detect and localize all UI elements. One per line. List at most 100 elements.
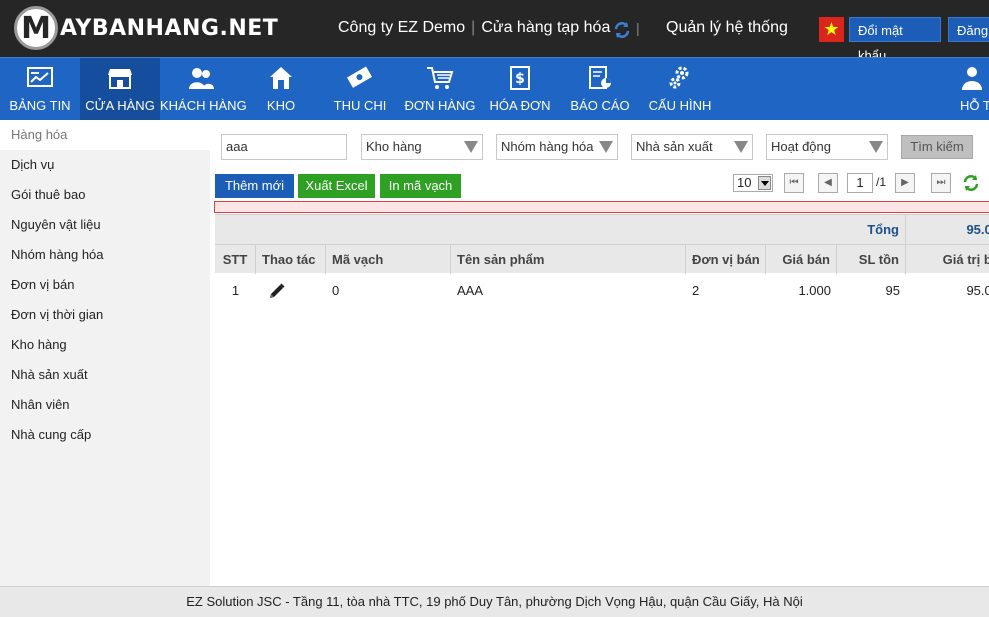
nav-label: KHO <box>266 98 296 113</box>
vietnam-flag-icon[interactable]: ★ <box>819 17 844 42</box>
sidebar-item-time-units[interactable]: Đơn vị thời gian <box>0 300 210 330</box>
sidebar-item-manufacturers[interactable]: Nhà sản xuất <box>0 360 210 390</box>
first-page-button[interactable]: ⏮ <box>784 173 804 193</box>
column-header[interactable]: Đơn vị bán <box>686 245 766 274</box>
system-admin-link[interactable]: Quản lý hệ thống <box>666 19 788 37</box>
nav-item-orders[interactable]: ĐƠN HÀNG <box>400 58 480 120</box>
sidebar-item-services[interactable]: Dịch vụ <box>0 150 210 180</box>
column-header[interactable]: Mã vạch <box>326 245 451 274</box>
report-icon <box>589 66 611 89</box>
search-input[interactable]: aaa <box>221 134 347 160</box>
nav-label: ĐƠN HÀNG <box>404 98 476 113</box>
alert-bar <box>214 201 989 213</box>
nav-label: THU CHI <box>333 98 387 113</box>
svg-text:$: $ <box>515 71 525 87</box>
company-info: Công ty EZ Demo | Cửa hàng tạp hóa <box>338 19 610 37</box>
column-header[interactable]: Tên sản phẩm <box>451 245 686 274</box>
row-value: 95.00 <box>966 283 989 298</box>
sidebar-item-units[interactable]: Đơn vị bán <box>0 270 210 300</box>
column-header[interactable]: STT <box>215 245 256 274</box>
nav-item-store[interactable]: CỬA HÀNG <box>80 58 160 120</box>
sidebar-item-warehouses[interactable]: Kho hàng <box>0 330 210 360</box>
customers-icon <box>189 68 214 89</box>
manufacturer-select-value: Nhà sản xuất <box>636 139 713 154</box>
column-header[interactable]: Thao tác <box>256 245 326 274</box>
chevron-down-icon <box>464 141 478 153</box>
sidebar-item-suppliers[interactable]: Nhà cung cấp <box>0 420 210 450</box>
settings-icon <box>669 66 689 89</box>
nav-item-dashboard[interactable]: BẢNG TIN <box>0 58 80 120</box>
nav-item-finance[interactable]: THU CHI <box>320 58 400 120</box>
row-actions <box>256 274 326 308</box>
sidebar: Hàng hóa Dịch vụ Gói thuê bao Nguyên vật… <box>0 120 210 586</box>
logo-mark: M <box>14 6 58 50</box>
warehouse-select[interactable]: Kho hàng <box>361 134 483 160</box>
nav-item-support[interactable]: HỖ T <box>952 58 989 120</box>
warehouse-select-value: Kho hàng <box>366 139 422 154</box>
chevron-down-icon <box>869 141 883 153</box>
header-separator: | <box>636 20 640 36</box>
last-page-button[interactable]: ⏭ <box>931 173 951 193</box>
column-header[interactable]: Giá bán <box>766 245 837 274</box>
top-bar: M AYBANHANG.NET Công ty EZ Demo | Cửa hàng… <box>0 0 989 63</box>
sidebar-item-employees[interactable]: Nhân viên <box>0 390 210 420</box>
header-separator: | <box>471 19 476 36</box>
logo[interactable]: M AYBANHANG.NET <box>14 6 278 50</box>
product-group-select[interactable]: Nhóm hàng hóa <box>496 134 618 160</box>
dashboard-icon <box>27 67 53 87</box>
nav-item-settings[interactable]: CẤU HÌNH <box>640 58 720 120</box>
search-button[interactable]: Tìm kiếm <box>901 135 973 159</box>
nav-item-invoices[interactable]: $ HÓA ĐƠN <box>480 58 560 120</box>
company-name[interactable]: Công ty EZ Demo <box>338 19 465 36</box>
change-password-button[interactable]: Đổi mật khẩu <box>849 17 941 63</box>
nav-label: HỖ T <box>960 98 989 113</box>
invoice-icon: $ <box>510 66 530 90</box>
page-number-input[interactable]: 1 <box>847 173 873 193</box>
nav-item-warehouse[interactable]: KHO <box>242 58 320 120</box>
store-icon <box>108 69 132 89</box>
page-size-value: 10 <box>737 175 752 190</box>
row-index: 1 <box>231 283 240 298</box>
logo-text: AYBANHANG.NET <box>60 15 279 41</box>
column-header[interactable]: SL tồn <box>837 245 906 274</box>
store-name[interactable]: Cửa hàng tạp hóa <box>481 19 610 36</box>
nav-item-reports[interactable]: BÁO CÁO <box>560 58 640 120</box>
sidebar-item-materials[interactable]: Nguyên vật liệu <box>0 210 210 240</box>
add-new-button[interactable]: Thêm mới <box>215 174 294 198</box>
product-group-select-value: Nhóm hàng hóa <box>501 139 594 154</box>
logout-button[interactable]: Đăng <box>948 17 989 42</box>
sidebar-item-product-groups[interactable]: Nhóm hàng hóa <box>0 240 210 270</box>
sidebar-item-products[interactable]: Hàng hóa <box>0 120 210 150</box>
cart-icon <box>427 67 454 89</box>
table-header-row: STT Thao tác Mã vạch Tên sản phẩm Đơn vị… <box>215 244 989 274</box>
nav-item-customers[interactable]: KHÁCH HÀNG <box>160 58 247 120</box>
page-size-select[interactable]: 10 <box>733 174 773 192</box>
nav-label: CẤU HÌNH <box>648 98 712 113</box>
row-unit: 2 <box>692 283 700 298</box>
row-barcode: 0 <box>332 283 340 298</box>
chevron-down-icon <box>758 176 771 190</box>
refresh-icon[interactable] <box>962 174 980 192</box>
sync-icon[interactable] <box>612 20 632 40</box>
column-header[interactable]: Giá trị bá <box>906 245 989 274</box>
support-icon <box>962 67 982 90</box>
total-value: 95.00 <box>966 222 989 237</box>
table-row[interactable]: 1 0 AAA 2 1.000 95 95.00 <box>215 274 989 308</box>
money-icon <box>346 66 373 88</box>
pencil-icon[interactable] <box>268 282 286 300</box>
page-total: /1 <box>876 175 887 189</box>
chevron-down-icon <box>599 141 613 153</box>
prev-page-button[interactable]: ◀ <box>818 173 838 193</box>
table-total-row: Tổng 95.00 <box>215 214 989 244</box>
export-excel-button[interactable]: Xuất Excel <box>298 174 375 198</box>
print-barcode-button[interactable]: In mã vạch <box>380 174 461 198</box>
next-page-button[interactable]: ▶ <box>895 173 915 193</box>
row-price: 1.000 <box>798 283 831 298</box>
row-stock: 95 <box>885 283 900 298</box>
status-select[interactable]: Hoạt động <box>766 134 888 160</box>
manufacturer-select[interactable]: Nhà sản xuất <box>631 134 753 160</box>
total-label: Tổng <box>815 215 906 244</box>
nav-label: KHÁCH HÀNG <box>160 98 247 113</box>
sidebar-item-subscriptions[interactable]: Gói thuê bao <box>0 180 210 210</box>
nav-label: BÁO CÁO <box>570 98 630 113</box>
